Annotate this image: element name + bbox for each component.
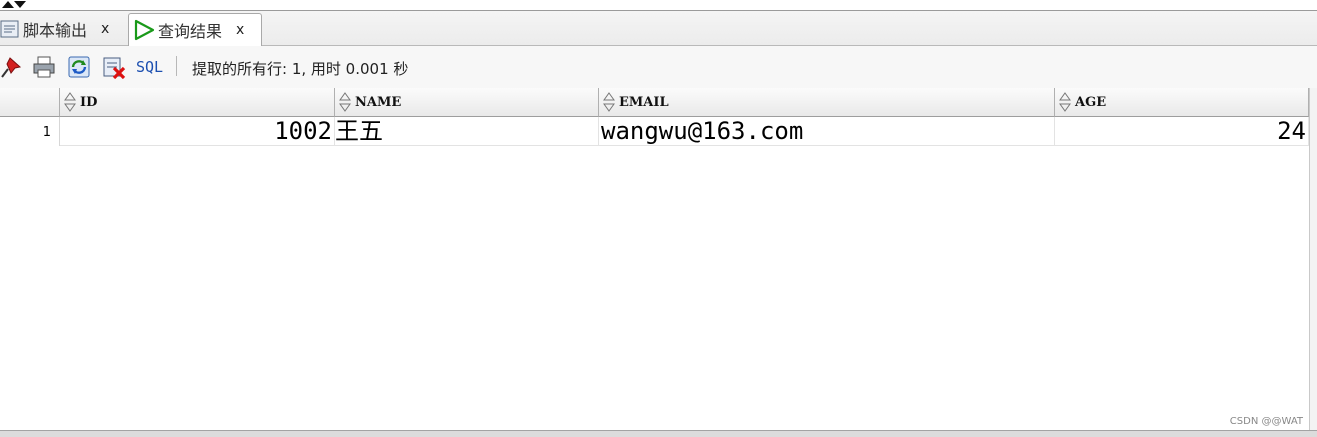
sort-icon[interactable] <box>338 91 352 113</box>
tab-script-output-label: 脚本输出 <box>23 21 88 40</box>
row-number-header <box>0 88 60 117</box>
results-grid: ID NAME EMAIL AGE 1 1002 王五 wangwu@163.c… <box>0 88 1309 430</box>
column-header-label: ID <box>80 94 98 110</box>
tab-query-results[interactable]: 查询结果 x <box>128 13 262 46</box>
tab-query-results-label: 查询结果 <box>158 22 223 41</box>
column-header-age[interactable]: AGE <box>1055 88 1309 117</box>
results-toolbar: SQL 提取的所有行: 1, 用时 0.001 秒 <box>0 46 1317 89</box>
column-header-email[interactable]: EMAIL <box>599 88 1055 117</box>
cell-id[interactable]: 1002 <box>60 117 335 146</box>
fetch-status: 提取的所有行: 1, 用时 0.001 秒 <box>192 60 409 78</box>
run-icon <box>134 19 155 41</box>
script-output-icon <box>0 20 19 38</box>
column-header-id[interactable]: ID <box>60 88 335 117</box>
tab-script-output-close[interactable]: x <box>101 21 109 37</box>
tab-script-output[interactable]: 脚本输出 x <box>0 13 128 45</box>
sort-icon[interactable] <box>1058 91 1072 113</box>
result-tabbar: 脚本输出 x 查询结果 x <box>0 11 1317 46</box>
top-strip <box>0 0 1317 11</box>
column-header-name[interactable]: NAME <box>335 88 599 117</box>
print-icon[interactable] <box>32 55 56 79</box>
pin-icon[interactable] <box>0 55 24 79</box>
toolbar-separator <box>176 56 177 76</box>
clear-icon[interactable] <box>102 55 126 79</box>
row-number[interactable]: 1 <box>0 117 60 146</box>
cell-name[interactable]: 王五 <box>335 117 599 146</box>
collapse-icon[interactable] <box>2 0 26 9</box>
cell-age[interactable]: 24 <box>1055 117 1309 146</box>
column-header-label: AGE <box>1075 94 1107 110</box>
cell-email[interactable]: wangwu@163.com <box>599 117 1055 146</box>
column-header-label: EMAIL <box>619 94 669 110</box>
sql-link[interactable]: SQL <box>136 58 163 76</box>
watermark: CSDN @@WAT <box>1229 416 1303 427</box>
refresh-icon[interactable] <box>67 55 91 79</box>
vertical-scrollbar[interactable] <box>1309 88 1317 430</box>
sort-icon[interactable] <box>63 91 77 113</box>
sort-icon[interactable] <box>602 91 616 113</box>
tab-query-results-close[interactable]: x <box>236 22 244 38</box>
column-header-label: NAME <box>355 94 402 110</box>
